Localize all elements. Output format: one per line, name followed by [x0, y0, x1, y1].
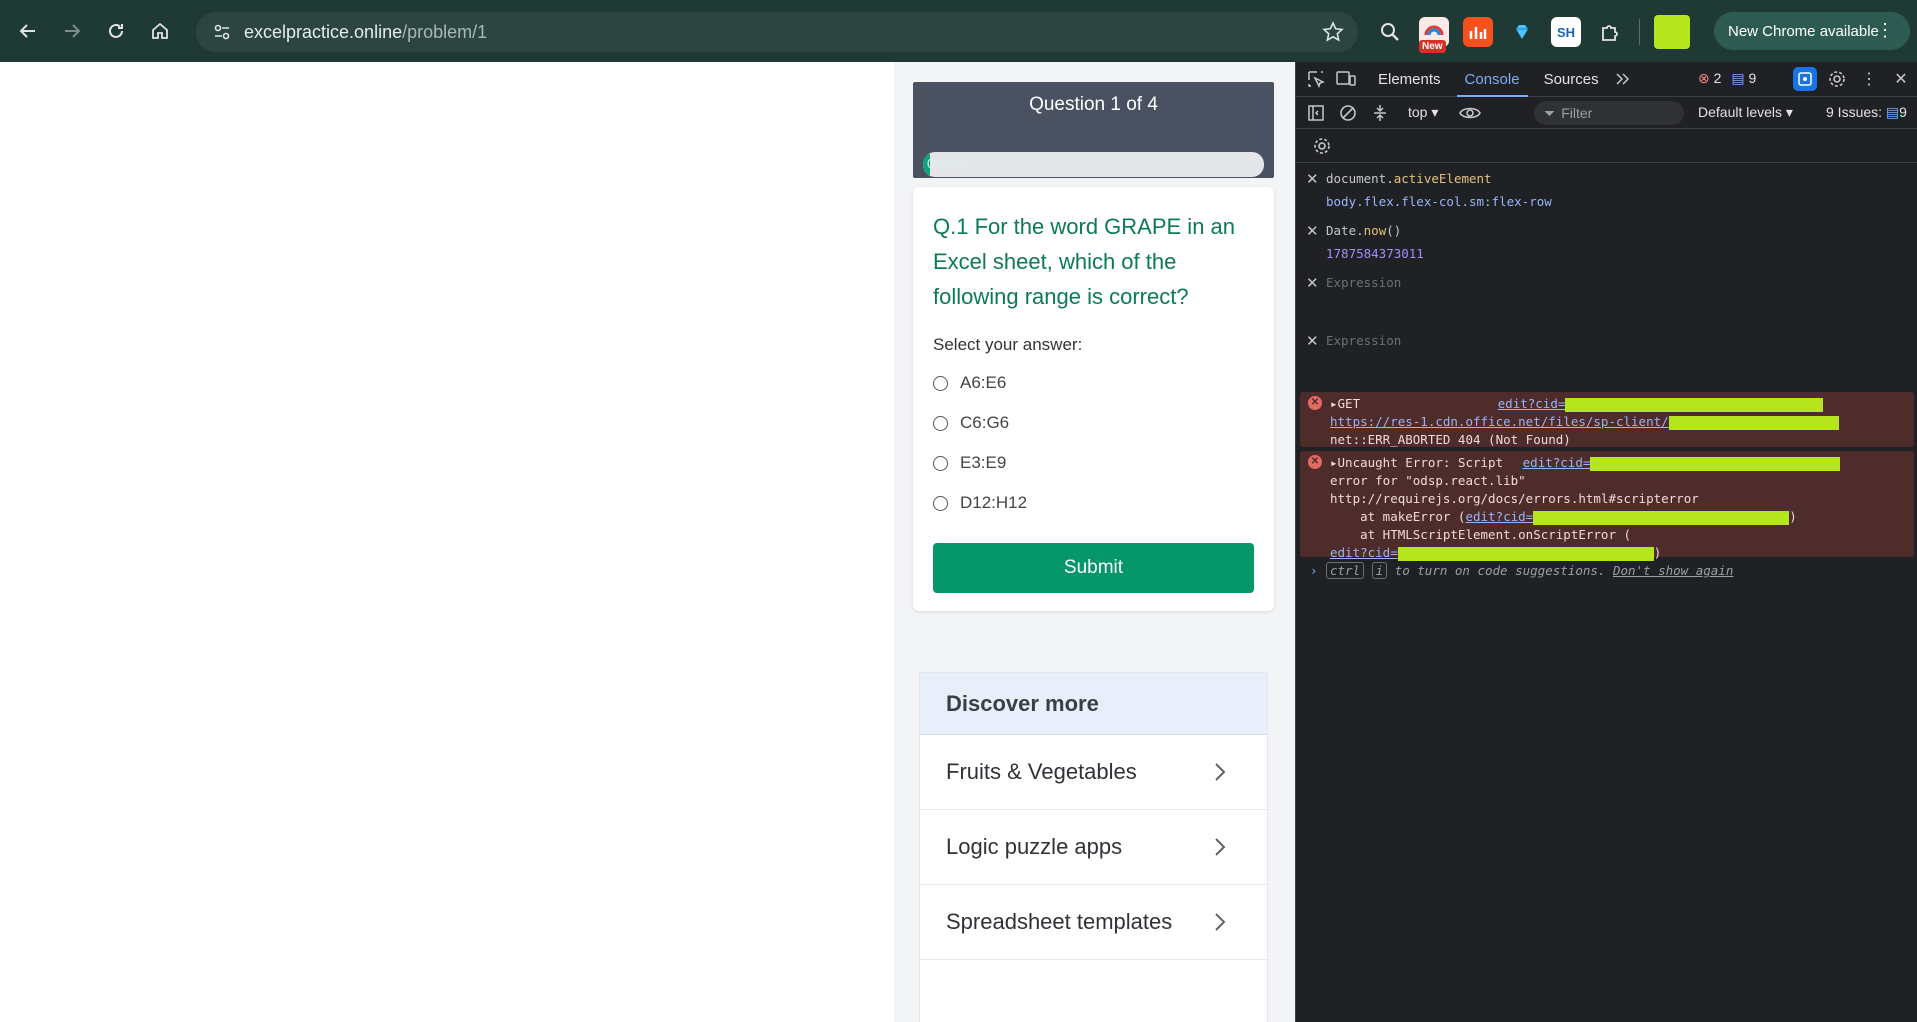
tab-console[interactable]: Console	[1453, 62, 1532, 97]
chevron-right-icon	[1215, 763, 1226, 781]
inspect-element-icon[interactable]	[1304, 67, 1328, 91]
progress-card: Question 1 of 4 0.00%	[913, 82, 1274, 178]
console-filter-input[interactable]: ⏷ Filter	[1534, 101, 1684, 125]
settings-gear-icon[interactable]	[1825, 67, 1849, 91]
answer-prompt: Select your answer:	[933, 335, 1083, 354]
live-expression-empty[interactable]: ✕ Expression	[1296, 267, 1917, 325]
chevron-right-icon	[1215, 838, 1226, 856]
more-vert-icon: ⋮	[1876, 20, 1894, 40]
search-extension-icon[interactable]	[1375, 17, 1405, 47]
devtools-panel: Elements Console Sources ⊗ 2 ▤ 9 ⋮ ✕ top…	[1295, 62, 1917, 1022]
filter-icon: ⏷	[1544, 104, 1556, 121]
redacted-block	[1533, 510, 1790, 525]
more-options-icon[interactable]: ⋮	[1857, 67, 1881, 91]
chart-extension-icon[interactable]	[1463, 17, 1493, 47]
redacted-block	[1565, 397, 1824, 412]
console-error-404[interactable]: ✕ ▸GET edit?cid= https://res-1.cdn.offic…	[1300, 392, 1914, 447]
page-content: Question 1 of 4 0.00% Q.1 For the word G…	[0, 62, 1295, 1022]
discover-title: Discover more	[920, 673, 1267, 735]
live-expression[interactable]: ✕ Date.now() 1787584373011	[1296, 215, 1917, 267]
home-icon[interactable]	[138, 9, 182, 53]
console-settings-row	[1296, 129, 1917, 163]
redacted-block	[1668, 415, 1839, 430]
live-expression[interactable]: ✕ document.activeElement body.flex.flex-…	[1296, 163, 1917, 215]
tab-sources[interactable]: Sources	[1532, 62, 1611, 97]
console-error-script[interactable]: ✕ ▸Uncaught Error: Script edit?cid= erro…	[1300, 451, 1914, 561]
context-selector[interactable]: top ▾	[1408, 104, 1438, 121]
error-icon: ✕	[1308, 455, 1322, 469]
reload-icon[interactable]	[94, 9, 138, 53]
console-toolbar: top ▾ ⏷ Filter Default levels ▾ 9 Issues…	[1296, 97, 1917, 129]
tab-elements[interactable]: Elements	[1366, 62, 1453, 97]
bookmark-star-icon[interactable]	[1322, 21, 1344, 43]
gem-extension-icon[interactable]	[1507, 17, 1537, 47]
more-tabs-icon[interactable]	[1611, 67, 1635, 91]
devtools-counters[interactable]: ⊗ 2 ▤ 9	[1698, 70, 1756, 87]
ai-assistance-icon[interactable]	[1793, 67, 1817, 91]
radio-button[interactable]	[933, 495, 948, 511]
collapse-groups-icon[interactable]	[1368, 101, 1392, 125]
console-messages: ✕ ▸GET edit?cid= https://res-1.cdn.offic…	[1296, 392, 1917, 579]
expression-value: 1787584373011	[1326, 246, 1424, 261]
question-text: Q.1 For the word GRAPE in an Excel sheet…	[933, 214, 1236, 309]
redacted-block	[1397, 546, 1654, 561]
remove-expression-icon[interactable]: ✕	[1306, 274, 1319, 292]
clear-console-icon[interactable]	[1336, 101, 1360, 125]
remove-expression-icon[interactable]: ✕	[1306, 222, 1319, 240]
issues-link[interactable]: 9 Issues: ▤9	[1826, 104, 1907, 121]
console-prompt[interactable]: › ctrl i to turn on code suggestions. Do…	[1296, 561, 1917, 579]
devtools-tabbar: Elements Console Sources ⊗ 2 ▤ 9 ⋮ ✕	[1296, 62, 1917, 97]
discover-item-spreadsheet[interactable]: Spreadsheet templates	[920, 885, 1267, 960]
chevron-right-icon	[1215, 913, 1226, 931]
radio-button[interactable]	[933, 375, 948, 391]
chrome-update-button[interactable]: New Chrome available ⋮	[1714, 12, 1910, 50]
error-icon: ✕	[1308, 396, 1322, 410]
radio-button[interactable]	[933, 455, 948, 471]
new-badge: New	[1419, 40, 1446, 53]
radio-button[interactable]	[933, 415, 948, 431]
live-expression-eye-icon[interactable]	[1458, 101, 1482, 125]
progress-percent: 0.00%	[927, 156, 964, 171]
prompt-caret-icon: ›	[1310, 563, 1318, 578]
log-levels-dropdown[interactable]: Default levels ▾	[1698, 104, 1793, 121]
remove-expression-icon[interactable]: ✕	[1306, 332, 1319, 350]
device-toolbar-icon[interactable]	[1334, 67, 1358, 91]
dont-show-again-link[interactable]: Don't show again	[1613, 563, 1733, 578]
toolbar-divider	[1639, 19, 1640, 45]
profile-avatar[interactable]	[1654, 15, 1690, 49]
puzzle-extensions-icon[interactable]	[1595, 17, 1625, 47]
color-extension-icon[interactable]: New	[1419, 17, 1449, 53]
svg-text:SH: SH	[1557, 25, 1575, 40]
option-c6-g6[interactable]: C6:G6	[933, 413, 1009, 433]
url-text: excelpractice.online/problem/1	[244, 21, 488, 42]
console-settings-gear-icon[interactable]	[1310, 134, 1334, 158]
discover-more-panel: Discover more Fruits & Vegetables Logic …	[919, 672, 1268, 1022]
site-info-icon[interactable]	[202, 12, 242, 52]
discover-item-fruits[interactable]: Fruits & Vegetables	[920, 735, 1267, 810]
address-bar[interactable]: excelpractice.online/problem/1	[196, 12, 1358, 52]
error-count-icon: ⊗ 2	[1698, 70, 1722, 86]
extensions-area: New SH	[1375, 12, 1690, 53]
submit-button[interactable]: Submit	[933, 543, 1254, 593]
progress-title: Question 1 of 4	[1029, 94, 1158, 115]
redacted-block	[1590, 456, 1841, 471]
browser-toolbar: excelpractice.online/problem/1 New SH Ne…	[0, 0, 1917, 62]
forward-icon[interactable]	[50, 9, 94, 53]
close-devtools-icon[interactable]: ✕	[1889, 67, 1913, 91]
devtools-actions: ⋮ ✕	[1793, 67, 1913, 91]
option-e3-e9[interactable]: E3:E9	[933, 453, 1006, 473]
option-a6-e6[interactable]: A6:E6	[933, 373, 1006, 393]
remove-expression-icon[interactable]: ✕	[1306, 170, 1319, 188]
progress-bar: 0.00%	[923, 152, 1264, 177]
sidebar-toggle-icon[interactable]	[1304, 101, 1328, 125]
question-card: Q.1 For the word GRAPE in an Excel sheet…	[913, 187, 1274, 611]
option-d12-h12[interactable]: D12:H12	[933, 493, 1027, 513]
live-expression-empty[interactable]: ✕ Expression	[1296, 325, 1917, 365]
sh-extension-icon[interactable]: SH	[1551, 17, 1581, 47]
discover-item-logic-puzzle[interactable]: Logic puzzle apps	[920, 810, 1267, 885]
expression-value: body.flex.flex-col.sm:flex-row	[1326, 194, 1552, 209]
back-icon[interactable]	[6, 9, 50, 53]
message-count-icon: ▤ 9	[1731, 70, 1757, 86]
